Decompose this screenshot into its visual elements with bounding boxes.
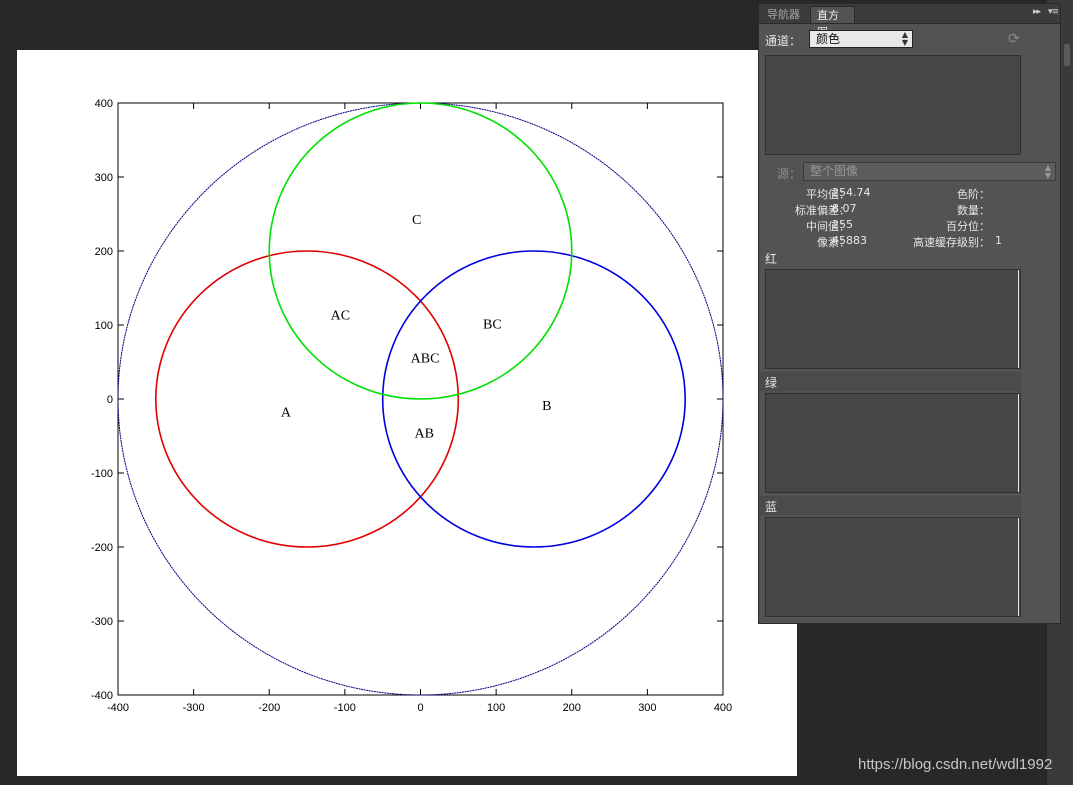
x-tick-label: 200 xyxy=(563,702,581,714)
median-value: 255 xyxy=(832,218,853,231)
mean-value: 254.74 xyxy=(832,186,871,199)
blue-channel-label: 蓝 xyxy=(765,500,778,514)
y-tick-label: 300 xyxy=(95,172,113,184)
region-label-bc: BC xyxy=(483,318,502,333)
x-tick-label: -300 xyxy=(183,702,205,714)
panel-tab-tools: ▸▸ ▾≡ xyxy=(1027,7,1059,21)
region-label-a: A xyxy=(281,406,292,421)
panel-tab-bar: 导航器 直方图 ▸▸ ▾≡ xyxy=(759,4,1060,39)
count-label: 数量： xyxy=(957,204,990,217)
workspace: -400 -300 -200 -100 0 100 200 300 400 400 300 200 10… xyxy=(0,0,1073,785)
y-tick-label: -200 xyxy=(91,542,113,554)
histogram-panel: 导航器 直方图 ▸▸ ▾≡ 通道： 颜色 ▲▼ ⟳ 源： 整个图像 ▲▼ 平均值… xyxy=(758,3,1061,624)
histogram-spike xyxy=(1018,270,1019,368)
x-tick-label: 0 xyxy=(417,702,423,714)
image-canvas[interactable]: -400 -300 -200 -100 0 100 200 300 400 400 300 200 10… xyxy=(17,50,797,776)
select-arrows-icon: ▲ ▼ xyxy=(1044,163,1051,180)
region-label-c: C xyxy=(412,213,421,228)
venn-plot: -400 -300 -200 -100 0 100 200 300 400 400 300 200 10… xyxy=(91,98,732,714)
y-tick-label: 200 xyxy=(95,246,113,258)
region-label-ac: AC xyxy=(331,309,350,324)
cache-level-value: 1 xyxy=(995,234,1002,247)
std-value: 8.07 xyxy=(832,202,857,215)
region-label-abc: ABC xyxy=(411,352,440,367)
histogram-spike xyxy=(1018,394,1019,492)
watermark: https://blog.csdn.net/wdl1992 xyxy=(858,756,1053,773)
cache-level-label: 高速缓存级别： xyxy=(913,236,990,249)
red-channel-label: 红 xyxy=(765,252,778,266)
pixels-value: 45883 xyxy=(832,234,867,247)
composite-histogram xyxy=(765,55,1021,155)
source-row: 源： 整个图像 ▲ ▼ xyxy=(765,162,1056,182)
x-tick-label: -400 xyxy=(107,702,129,714)
level-label: 色阶： xyxy=(957,188,990,201)
green-channel-histogram xyxy=(765,393,1021,493)
x-tick-label: 100 xyxy=(487,702,505,714)
y-tick-label: -100 xyxy=(91,468,113,480)
source-select[interactable]: 整个图像 ▲ ▼ xyxy=(803,162,1056,181)
refresh-icon[interactable]: ⟳ xyxy=(1008,32,1022,46)
red-channel-histogram xyxy=(765,269,1021,369)
percentile-label: 百分位： xyxy=(946,220,990,233)
green-channel-label: 绿 xyxy=(765,376,778,390)
histogram-spike xyxy=(1018,518,1019,616)
y-tick-label: 0 xyxy=(107,394,113,406)
y-tick-label: 400 xyxy=(95,98,113,110)
channel-divider xyxy=(759,372,1021,391)
region-label-ab: AB xyxy=(415,426,434,441)
dock-handle[interactable] xyxy=(1064,44,1070,66)
channel-select-value: 颜色 xyxy=(816,32,841,46)
channel-label: 通道： xyxy=(765,34,802,48)
tab-histogram[interactable]: 直方图 xyxy=(810,6,855,39)
select-arrows-icon: ▲ ▼ xyxy=(901,30,908,47)
region-label-b: B xyxy=(542,399,551,414)
blue-channel-histogram xyxy=(765,517,1021,617)
x-tick-label: 300 xyxy=(638,702,656,714)
channel-select[interactable]: 颜色 ▲ ▼ xyxy=(809,30,913,48)
tab-navigator[interactable]: 导航器 xyxy=(761,6,809,23)
channel-divider xyxy=(759,496,1021,515)
x-tick-label: -200 xyxy=(258,702,280,714)
panel-menu-icon[interactable]: ▾≡ xyxy=(1048,7,1059,17)
collapse-panel-icon[interactable]: ▸▸ xyxy=(1033,7,1041,17)
y-tick-label: -300 xyxy=(91,616,113,628)
source-label: 源： xyxy=(777,167,802,181)
y-tick-label: 100 xyxy=(95,320,113,332)
y-tick-label: -400 xyxy=(91,690,113,702)
x-tick-label: 400 xyxy=(714,702,732,714)
x-tick-label: -100 xyxy=(334,702,356,714)
source-select-value: 整个图像 xyxy=(810,164,859,178)
